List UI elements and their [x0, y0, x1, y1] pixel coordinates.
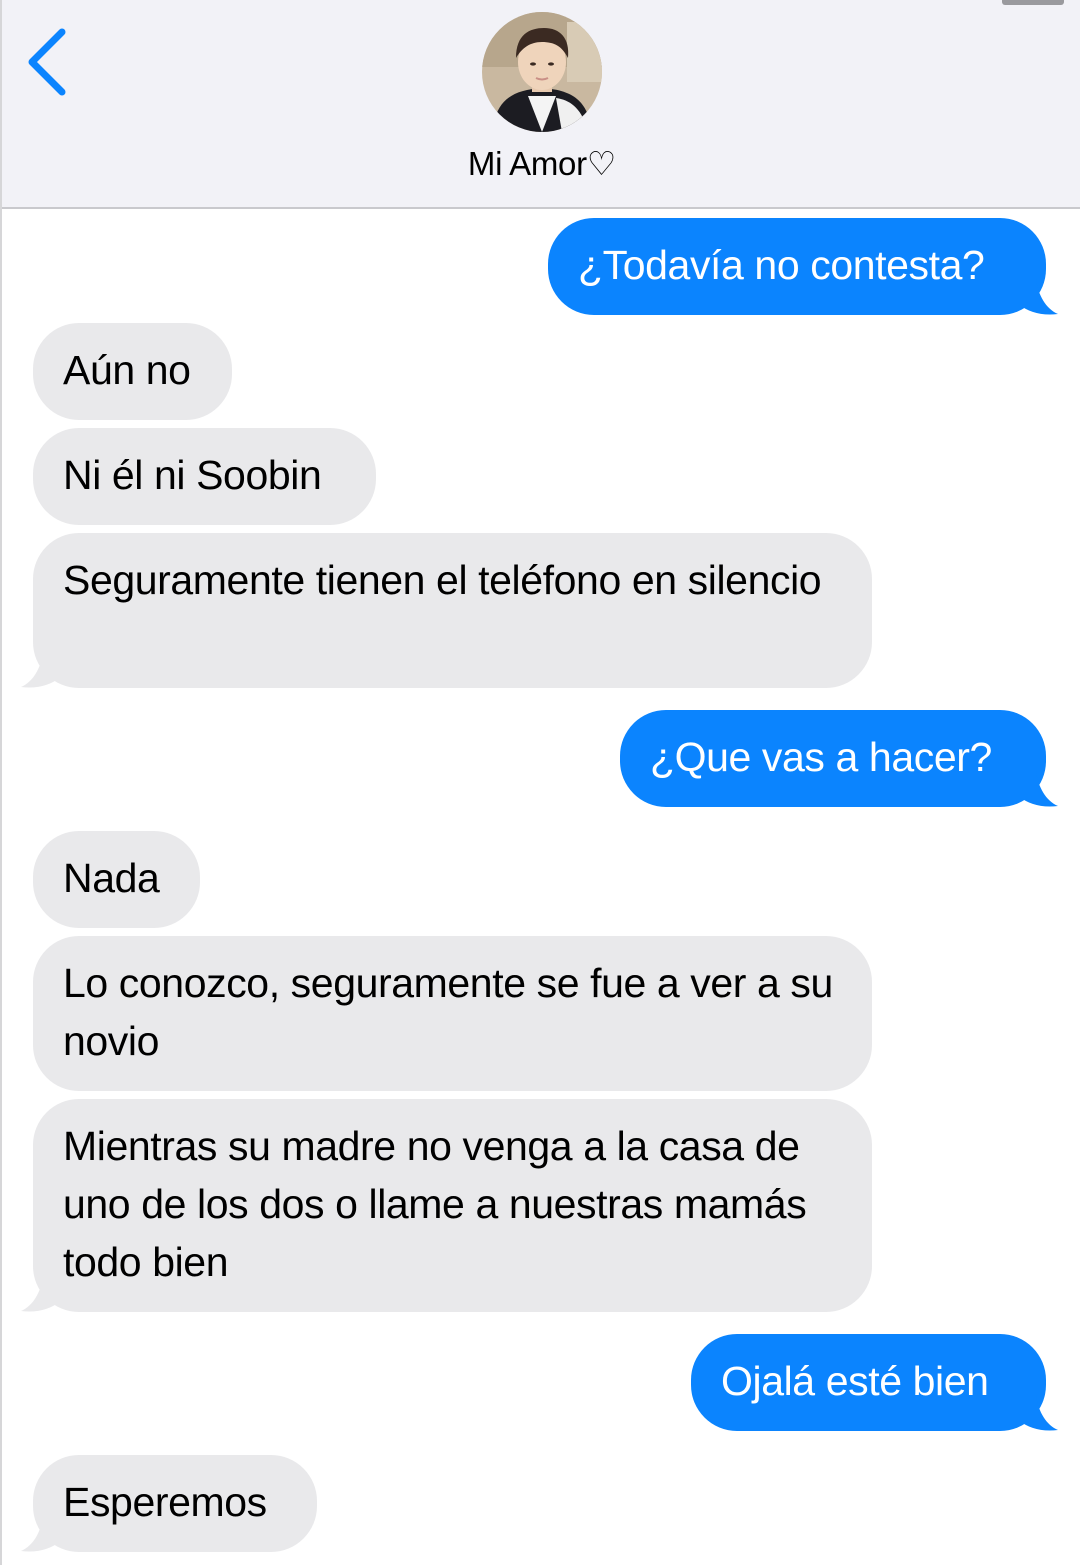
message-bubble-incoming[interactable]: Aún no [33, 323, 232, 420]
bubble-tail [21, 1516, 59, 1552]
conversation-header: Mi Amor♡ [2, 0, 1080, 209]
chevron-left-icon [28, 28, 66, 96]
bubble-tail [21, 652, 59, 688]
status-indicator [1002, 0, 1064, 5]
messages-screen: Mi Amor♡ ¿Todavía no contesta? Aún no Ni… [0, 0, 1080, 1565]
message-bubble-incoming[interactable]: Seguramente tienen el teléfono en silenc… [33, 533, 872, 688]
contact-avatar[interactable] [482, 12, 602, 132]
message-bubble-incoming[interactable]: Mientras su madre no venga a la casa de … [33, 1099, 872, 1312]
message-bubble-outgoing[interactable]: ¿Todavía no contesta? [548, 218, 1046, 315]
contact-name[interactable]: Mi Amor♡ [2, 144, 1080, 183]
bubble-tail [1020, 1395, 1058, 1431]
message-bubble-outgoing[interactable]: ¿Que vas a hacer? [620, 710, 1046, 807]
message-bubble-incoming[interactable]: Lo conozco, seguramente se fue a ver a s… [33, 936, 872, 1091]
message-bubble-incoming[interactable]: Ni él ni Soobin [33, 428, 376, 525]
message-bubble-incoming[interactable]: Nada [33, 831, 200, 928]
bubble-tail [21, 1276, 59, 1312]
bubble-tail [1020, 279, 1058, 315]
bubble-tail [1020, 771, 1058, 807]
back-button[interactable] [20, 22, 80, 102]
message-bubble-outgoing[interactable]: Ojalá esté bien [691, 1334, 1046, 1431]
message-bubble-incoming[interactable]: Esperemos [33, 1455, 317, 1552]
